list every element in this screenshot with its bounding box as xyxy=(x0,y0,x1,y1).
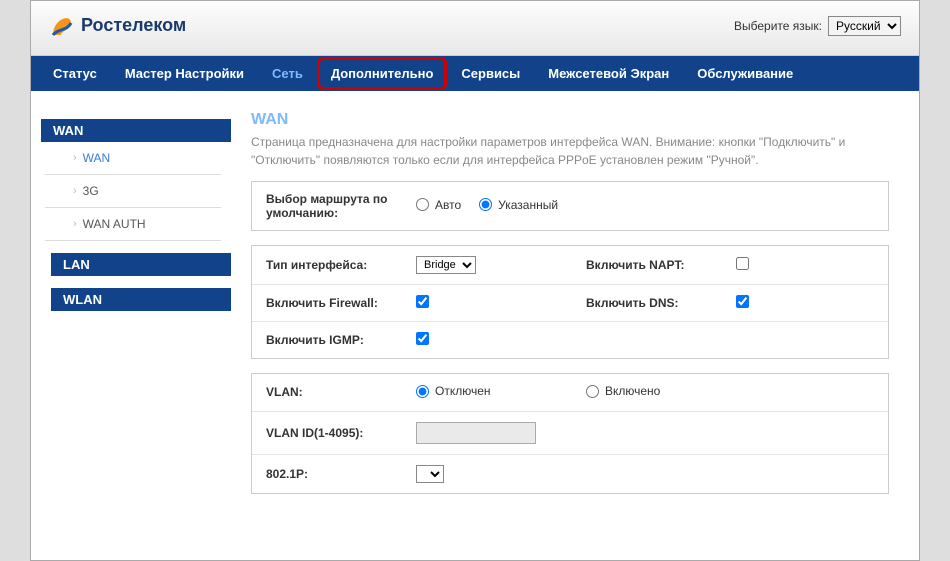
napt-checkbox[interactable] xyxy=(736,257,749,270)
sidebar-head-lan[interactable]: LAN xyxy=(51,253,231,276)
dns-label: Включить DNS: xyxy=(572,285,722,322)
nav-firewall[interactable]: Межсетевой Экран xyxy=(534,57,683,90)
vlan-box: VLAN: Отключен Включено xyxy=(251,373,889,494)
main-content: WAN Страница предназначена для настройки… xyxy=(231,91,919,508)
route-spec-label[interactable]: Указанный xyxy=(498,198,558,212)
language-selector: Выберите язык: Русский xyxy=(734,16,901,36)
vlan-id-label: VLAN ID(1-4095): xyxy=(252,411,402,454)
sidebar: WANWAN3GWAN AUTHLANWLAN xyxy=(31,91,231,508)
logo-icon xyxy=(49,9,75,41)
route-auto-label[interactable]: Авто xyxy=(435,198,461,212)
nav-maintenance[interactable]: Обслуживание xyxy=(683,57,807,90)
route-label: Выбор маршрута по умолчанию: xyxy=(252,182,402,230)
napt-label: Включить NAPT: xyxy=(572,246,722,285)
igmp-checkbox[interactable] xyxy=(416,332,429,345)
iface-type-select[interactable]: Bridge xyxy=(416,256,476,274)
vlan-p-select[interactable] xyxy=(416,465,444,483)
vlan-p-label: 802.1P: xyxy=(252,454,402,493)
vlan-off-radio[interactable] xyxy=(416,385,429,398)
dns-checkbox[interactable] xyxy=(736,295,749,308)
sidebar-item-3g[interactable]: 3G xyxy=(45,175,221,208)
sidebar-head-wlan[interactable]: WLAN xyxy=(51,288,231,311)
sidebar-head-wan[interactable]: WAN xyxy=(41,119,231,142)
sidebar-item-wan-auth[interactable]: WAN AUTH xyxy=(45,208,221,241)
iface-type-label: Тип интерфейса: xyxy=(252,246,402,285)
vlan-label: VLAN: xyxy=(252,374,402,411)
nav-wizard[interactable]: Мастер Настройки xyxy=(111,57,258,90)
route-box: Выбор маршрута по умолчанию: Авто Указан… xyxy=(251,181,889,231)
nav-status[interactable]: Статус xyxy=(39,57,111,90)
nav-advanced[interactable]: Дополнительно xyxy=(317,57,448,90)
vlan-id-input[interactable] xyxy=(416,422,536,444)
vlan-off-label[interactable]: Отключен xyxy=(435,384,491,398)
language-select[interactable]: Русский xyxy=(828,16,901,36)
header: Ростелеком Выберите язык: Русский xyxy=(31,1,919,56)
fw-checkbox[interactable] xyxy=(416,295,429,308)
nav-network[interactable]: Сеть xyxy=(258,57,317,90)
language-label: Выберите язык: xyxy=(734,19,822,33)
main-nav: СтатусМастер НастройкиСетьДополнительноС… xyxy=(31,56,919,91)
route-spec-radio[interactable] xyxy=(479,198,492,211)
nav-services[interactable]: Сервисы xyxy=(447,57,534,90)
vlan-on-radio[interactable] xyxy=(586,385,599,398)
fw-label: Включить Firewall: xyxy=(252,285,402,322)
logo-text: Ростелеком xyxy=(81,15,186,36)
route-auto-radio[interactable] xyxy=(416,198,429,211)
interface-box: Тип интерфейса: Bridge Включить NAPT: Вк… xyxy=(251,245,889,359)
sidebar-item-wan[interactable]: WAN xyxy=(45,142,221,175)
page-title: WAN xyxy=(251,111,889,129)
page-description: Страница предназначена для настройки пар… xyxy=(251,133,889,169)
igmp-label: Включить IGMP: xyxy=(252,322,402,359)
vlan-on-label[interactable]: Включено xyxy=(605,384,660,398)
